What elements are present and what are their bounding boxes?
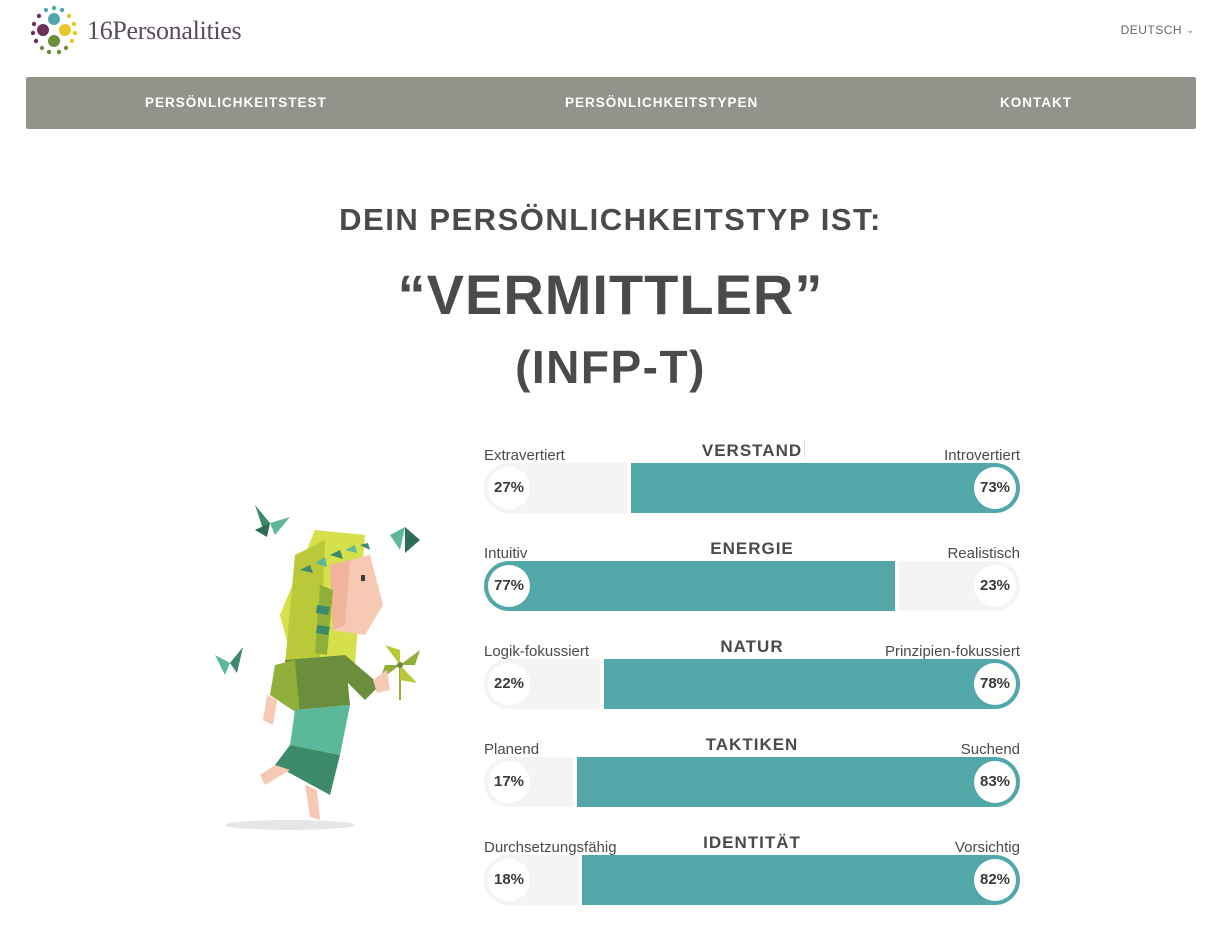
trait-bar: 17% 83% xyxy=(484,757,1020,807)
trait-right-percent: 78% xyxy=(974,663,1016,705)
trait-left-percent: 18% xyxy=(488,859,530,901)
dotted-circle-logo-icon xyxy=(30,5,78,55)
trait-right-label: Prinzipien-fokussiert xyxy=(884,643,1020,660)
trait-right-percent: 73% xyxy=(974,467,1016,509)
trait-left-percent: 27% xyxy=(488,467,530,509)
trait-bar: 27% 73% xyxy=(484,463,1020,513)
trait-natur: Logik-fokussiert NATUR Prinzipien-fokuss… xyxy=(484,637,1020,733)
type-name: “VERMITTLER” xyxy=(397,263,824,326)
nav-item-kontakt[interactable]: KONTAKT xyxy=(1000,77,1072,129)
trait-bar-fill xyxy=(580,855,1020,905)
mediator-character-illustration xyxy=(205,495,445,835)
trait-bar-fill xyxy=(575,757,1020,807)
chevron-down-icon: ⌄ xyxy=(1186,24,1195,36)
trait-taktiken: Planend TAKTIKEN Suchend 17% 83% xyxy=(484,735,1020,831)
trait-title: VERSTAND xyxy=(701,441,803,460)
trait-left-percent: 17% xyxy=(488,761,530,803)
logo[interactable]: 16Personalities xyxy=(27,4,242,58)
trait-title: ENERGIE xyxy=(710,539,794,558)
trait-bar-fill xyxy=(602,659,1020,709)
trait-bar-divider xyxy=(578,855,582,905)
language-selector[interactable]: DEUTSCH ⌄ xyxy=(1121,23,1195,37)
trait-bar-divider xyxy=(895,561,899,611)
trait-verstand: Extravertiert VERSTAND Introvertiert 27%… xyxy=(484,439,1020,537)
trait-right-label: Realistisch xyxy=(947,545,1020,562)
trait-bar: 77% 23% xyxy=(484,561,1020,611)
type-code: (INFP-T) xyxy=(515,341,706,393)
nav-item-persoenlichkeitstest[interactable]: PERSÖNLICHKEITSTEST xyxy=(145,77,327,129)
trait-right-percent: 83% xyxy=(974,761,1016,803)
trait-identitaet: Durchsetzungsfähig IDENTITÄT Vorsichtig … xyxy=(484,833,1020,929)
trait-bar: 22% 78% xyxy=(484,659,1020,709)
nav-item-persoenlichkeitstypen[interactable]: PERSÖNLICHKEITSTYPEN xyxy=(565,77,758,129)
trait-bar-divider xyxy=(600,659,604,709)
trait-title: IDENTITÄT xyxy=(703,833,801,852)
trait-right-label: Suchend xyxy=(960,741,1020,758)
trait-bar-divider xyxy=(627,463,631,513)
trait-right-percent: 23% xyxy=(974,565,1016,607)
main-nav: PERSÖNLICHKEITSTEST PERSÖNLICHKEITSTYPEN… xyxy=(26,77,1196,129)
logo-text: 16Personalities xyxy=(87,16,242,45)
language-label: DEUTSCH xyxy=(1120,23,1183,37)
trait-bar-fill xyxy=(484,561,897,611)
result-intro: DEIN PERSÖNLICHKEITSTYP IST: xyxy=(339,202,882,237)
trait-bar: 18% 82% xyxy=(484,855,1020,905)
trait-energie: Intuitiv ENERGIE Realistisch 77% 23% xyxy=(484,539,1020,635)
trait-bar-divider xyxy=(573,757,577,807)
trait-right-label: Introvertiert xyxy=(944,447,1020,464)
trait-title: TAKTIKEN xyxy=(705,735,799,754)
trait-bar-fill xyxy=(629,463,1020,513)
trait-left-percent: 77% xyxy=(488,565,530,607)
trait-left-percent: 22% xyxy=(488,663,530,705)
trait-right-percent: 82% xyxy=(974,859,1016,901)
trait-right-label: Vorsichtig xyxy=(954,839,1020,856)
title-divider xyxy=(804,439,805,459)
site-header: 16Personalities DEUTSCH ⌄ xyxy=(0,0,1221,70)
